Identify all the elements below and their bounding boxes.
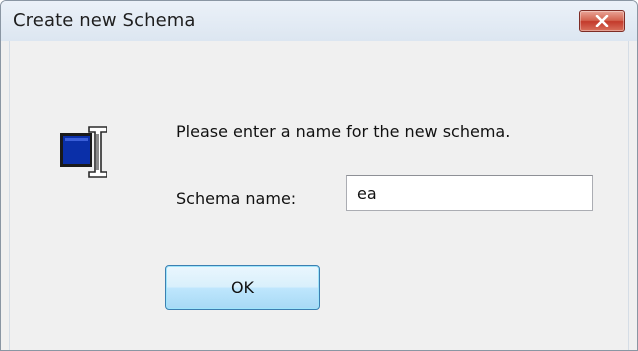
schema-name-input[interactable] bbox=[346, 175, 593, 211]
schema-rename-icon bbox=[60, 126, 107, 178]
create-schema-dialog: Create new Schema Please enter a name fo… bbox=[0, 0, 638, 351]
schema-name-label: Schema name: bbox=[176, 189, 297, 208]
ok-button[interactable]: OK bbox=[165, 265, 320, 310]
close-button[interactable] bbox=[579, 10, 625, 32]
dialog-title: Create new Schema bbox=[13, 10, 196, 31]
title-bar[interactable]: Create new Schema bbox=[1, 1, 637, 41]
close-icon bbox=[595, 15, 609, 27]
prompt-text: Please enter a name for the new schema. bbox=[176, 122, 511, 141]
